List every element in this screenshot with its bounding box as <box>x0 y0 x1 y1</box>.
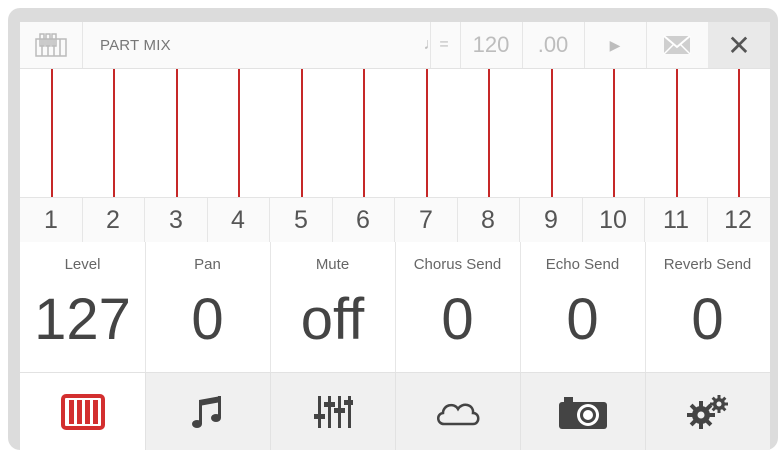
music-note-icon <box>190 394 226 430</box>
param-label: Echo Send <box>545 256 620 273</box>
param-chorus-send[interactable]: Chorus Send 0 <box>395 242 521 372</box>
param-label: Mute <box>315 256 350 273</box>
tab-settings[interactable] <box>645 373 770 450</box>
part-number-7[interactable]: 7 <box>395 198 458 242</box>
part-number-3[interactable]: 3 <box>145 198 208 242</box>
tab-part[interactable] <box>20 373 146 450</box>
part-number-11[interactable]: 11 <box>645 198 708 242</box>
part-strip-line <box>426 69 428 197</box>
play-icon[interactable]: ▶ <box>584 22 647 68</box>
part-strip-line <box>488 69 490 197</box>
parameter-row: Level 127 Pan 0 Mute off Chorus Send 0 E… <box>20 242 770 372</box>
part-strip-line <box>551 69 553 197</box>
note-tempo-icon: ♩= <box>412 22 461 68</box>
tab-mixer[interactable] <box>270 373 396 450</box>
piano-icon <box>60 394 105 430</box>
close-icon[interactable]: ✕ <box>708 22 770 68</box>
part-number-5[interactable]: 5 <box>270 198 333 242</box>
part-number-8[interactable]: 8 <box>457 198 520 242</box>
param-value: 0 <box>691 287 724 352</box>
top-bar: PART MIX ♩= 120 .00 ▶ ✕ <box>20 22 770 69</box>
part-strips[interactable] <box>20 69 770 197</box>
param-echo-send[interactable]: Echo Send 0 <box>520 242 646 372</box>
part-strip-line <box>301 69 303 197</box>
tempo-decimal[interactable]: .00 <box>522 22 585 68</box>
tab-camera[interactable] <box>520 373 646 450</box>
param-label: Level <box>64 256 101 273</box>
settings-gears-icon <box>686 395 730 429</box>
page-title: PART MIX <box>82 22 431 68</box>
piano-keys-icon[interactable] <box>20 22 83 68</box>
part-mix-screen: PART MIX ♩= 120 .00 ▶ ✕ 1 2 3 4 5 6 7 8 … <box>20 22 770 450</box>
bottom-tab-bar <box>20 372 770 450</box>
cloud-icon <box>434 397 482 427</box>
envelope-icon[interactable] <box>646 22 709 68</box>
part-number-12[interactable]: 12 <box>707 198 769 242</box>
param-reverb-send[interactable]: Reverb Send 0 <box>645 242 770 372</box>
param-label: Reverb Send <box>663 256 752 273</box>
mixer-sliders-icon <box>313 394 353 430</box>
param-value: 0 <box>441 287 474 352</box>
part-strip-line <box>738 69 740 197</box>
param-level[interactable]: Level 127 <box>20 242 146 372</box>
part-strip-line <box>676 69 678 197</box>
part-number-2[interactable]: 2 <box>82 198 145 242</box>
param-value: 127 <box>34 287 131 352</box>
param-value: 0 <box>191 287 224 352</box>
part-strip-line <box>113 69 115 197</box>
part-strip-line <box>176 69 178 197</box>
part-number-4[interactable]: 4 <box>207 198 270 242</box>
tab-cloud[interactable] <box>395 373 521 450</box>
part-strip-line <box>613 69 615 197</box>
tab-song[interactable] <box>145 373 271 450</box>
param-pan[interactable]: Pan 0 <box>145 242 271 372</box>
param-mute[interactable]: Mute off <box>270 242 396 372</box>
tempo-value[interactable]: 120 <box>460 22 523 68</box>
part-number-6[interactable]: 6 <box>332 198 395 242</box>
part-strip-line <box>238 69 240 197</box>
part-number-10[interactable]: 10 <box>582 198 645 242</box>
param-label: Pan <box>194 256 221 273</box>
param-value: 0 <box>566 287 599 352</box>
part-strip-line <box>363 69 365 197</box>
part-number-9[interactable]: 9 <box>520 198 583 242</box>
param-label: Chorus Send <box>413 256 502 273</box>
part-number-1[interactable]: 1 <box>20 198 83 242</box>
part-strip-line <box>51 69 53 197</box>
camera-icon <box>558 394 608 430</box>
param-value: off <box>300 287 365 352</box>
part-number-row: 1 2 3 4 5 6 7 8 9 10 11 12 <box>20 197 770 243</box>
